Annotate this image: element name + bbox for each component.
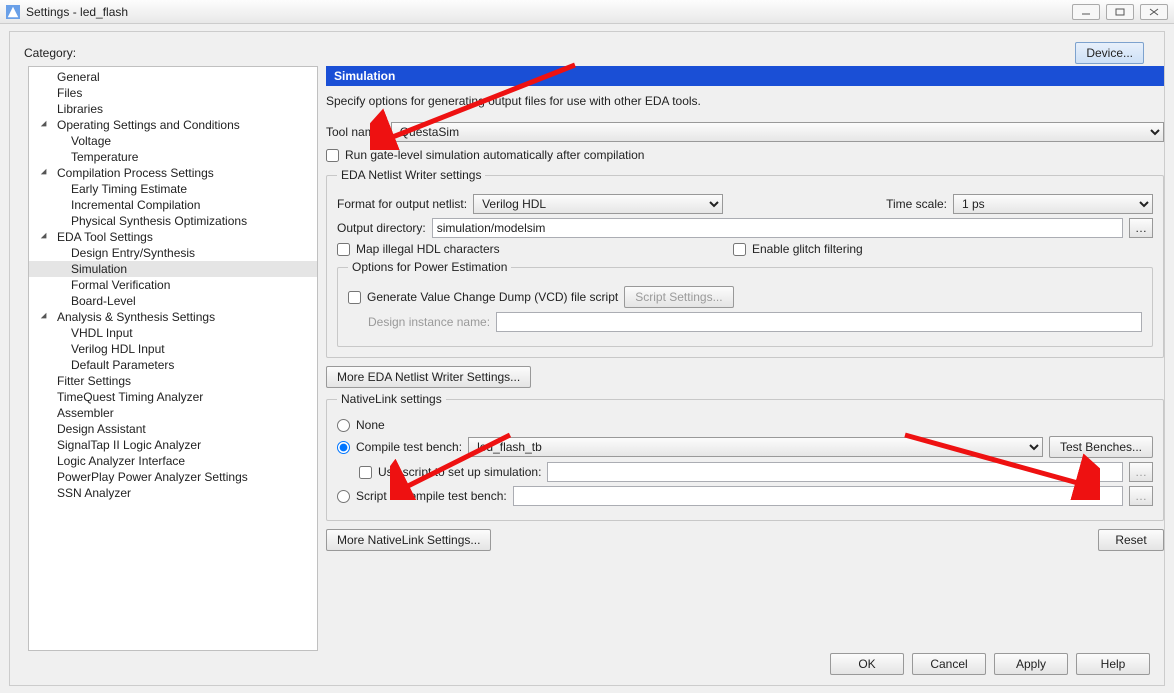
ok-button[interactable]: OK [830,653,904,675]
tree-item[interactable]: Physical Synthesis Optimizations [29,213,317,229]
tree-item[interactable]: Analysis & Synthesis Settings [29,309,317,325]
nativelink-group: NativeLink settings None Compile test be… [326,392,1164,521]
category-label: Category: [24,46,76,60]
tree-item[interactable]: Simulation [29,261,317,277]
simulation-panel: Simulation Specify options for generatin… [326,66,1164,651]
format-label: Format for output netlist: [337,197,467,211]
tree-item[interactable]: Formal Verification [29,277,317,293]
script-compile-input [513,486,1123,506]
window-title: Settings - led_flash [26,5,1072,19]
tree-item[interactable]: Default Parameters [29,357,317,373]
tree-item[interactable]: General [29,69,317,85]
titlebar: Settings - led_flash [0,0,1174,24]
tree-item[interactable]: VHDL Input [29,325,317,341]
timescale-select[interactable]: 1 ps [953,194,1153,214]
nativelink-legend: NativeLink settings [337,392,446,406]
design-instance-input [496,312,1142,332]
generate-vcd-checkbox[interactable]: Generate Value Change Dump (VCD) file sc… [348,290,618,304]
tree-item[interactable]: Voltage [29,133,317,149]
tree-item[interactable]: PowerPlay Power Analyzer Settings [29,469,317,485]
enable-glitch-checkbox[interactable]: Enable glitch filtering [733,242,863,256]
tree-item[interactable]: Logic Analyzer Interface [29,453,317,469]
tree-item[interactable]: Temperature [29,149,317,165]
outdir-browse-button[interactable]: … [1129,218,1153,238]
design-instance-label: Design instance name: [368,315,490,329]
apply-button[interactable]: Apply [994,653,1068,675]
nativelink-none-radio[interactable]: None [337,418,385,432]
tree-item[interactable]: Design Assistant [29,421,317,437]
tree-item[interactable]: SSN Analyzer [29,485,317,501]
help-button[interactable]: Help [1076,653,1150,675]
outdir-label: Output directory: [337,221,426,235]
tool-name-select[interactable]: QuestaSim [391,122,1164,142]
timescale-label: Time scale: [886,197,947,211]
power-legend: Options for Power Estimation [348,260,511,274]
tree-item[interactable]: Compilation Process Settings [29,165,317,181]
dialog-footer: OK Cancel Apply Help [10,653,1150,675]
tool-name-label: Tool name: [326,125,385,139]
maximize-button[interactable] [1106,4,1134,20]
category-tree[interactable]: GeneralFilesLibrariesOperating Settings … [28,66,318,651]
run-gate-level-checkbox[interactable]: Run gate-level simulation automatically … [326,148,644,162]
use-script-checkbox[interactable]: Use script to set up simulation: [359,465,541,479]
use-script-input [547,462,1123,482]
tree-item[interactable]: Incremental Compilation [29,197,317,213]
netlist-writer-group: EDA Netlist Writer settings Format for o… [326,168,1164,358]
more-netlist-settings-button[interactable]: More EDA Netlist Writer Settings... [326,366,531,388]
more-nativelink-settings-button[interactable]: More NativeLink Settings... [326,529,491,551]
netlist-legend: EDA Netlist Writer settings [337,168,485,182]
cancel-button[interactable]: Cancel [912,653,986,675]
tree-item[interactable]: Files [29,85,317,101]
test-benches-button[interactable]: Test Benches... [1049,436,1153,458]
power-estimation-group: Options for Power Estimation Generate Va… [337,260,1153,347]
settings-dialog: Category: Device... GeneralFilesLibrarie… [9,31,1165,686]
run-gate-level-label: Run gate-level simulation automatically … [345,148,644,162]
tree-item[interactable]: TimeQuest Timing Analyzer [29,389,317,405]
device-button[interactable]: Device... [1075,42,1144,64]
tree-item[interactable]: Fitter Settings [29,373,317,389]
outdir-input[interactable] [432,218,1123,238]
tree-item[interactable]: EDA Tool Settings [29,229,317,245]
run-gate-level-input[interactable] [326,149,339,162]
script-compile-browse-button: … [1129,486,1153,506]
tree-item[interactable]: Operating Settings and Conditions [29,117,317,133]
app-icon [6,5,20,19]
close-button[interactable] [1140,4,1168,20]
map-illegal-checkbox[interactable]: Map illegal HDL characters [337,242,727,256]
panel-description: Specify options for generating output fi… [326,86,1164,118]
minimize-button[interactable] [1072,4,1100,20]
tree-item[interactable]: Early Timing Estimate [29,181,317,197]
tree-item[interactable]: Board-Level [29,293,317,309]
script-compile-radio[interactable]: Script to compile test bench: [337,489,507,503]
compile-testbench-radio[interactable]: Compile test bench: [337,440,462,454]
panel-header: Simulation [326,66,1164,86]
testbench-select[interactable]: led_flash_tb [468,437,1043,457]
script-settings-button: Script Settings... [624,286,733,308]
tree-item[interactable]: SignalTap II Logic Analyzer [29,437,317,453]
reset-button[interactable]: Reset [1098,529,1164,551]
format-select[interactable]: Verilog HDL [473,194,723,214]
use-script-browse-button: … [1129,462,1153,482]
tree-item[interactable]: Design Entry/Synthesis [29,245,317,261]
tree-item[interactable]: Assembler [29,405,317,421]
tree-item[interactable]: Verilog HDL Input [29,341,317,357]
tree-item[interactable]: Libraries [29,101,317,117]
